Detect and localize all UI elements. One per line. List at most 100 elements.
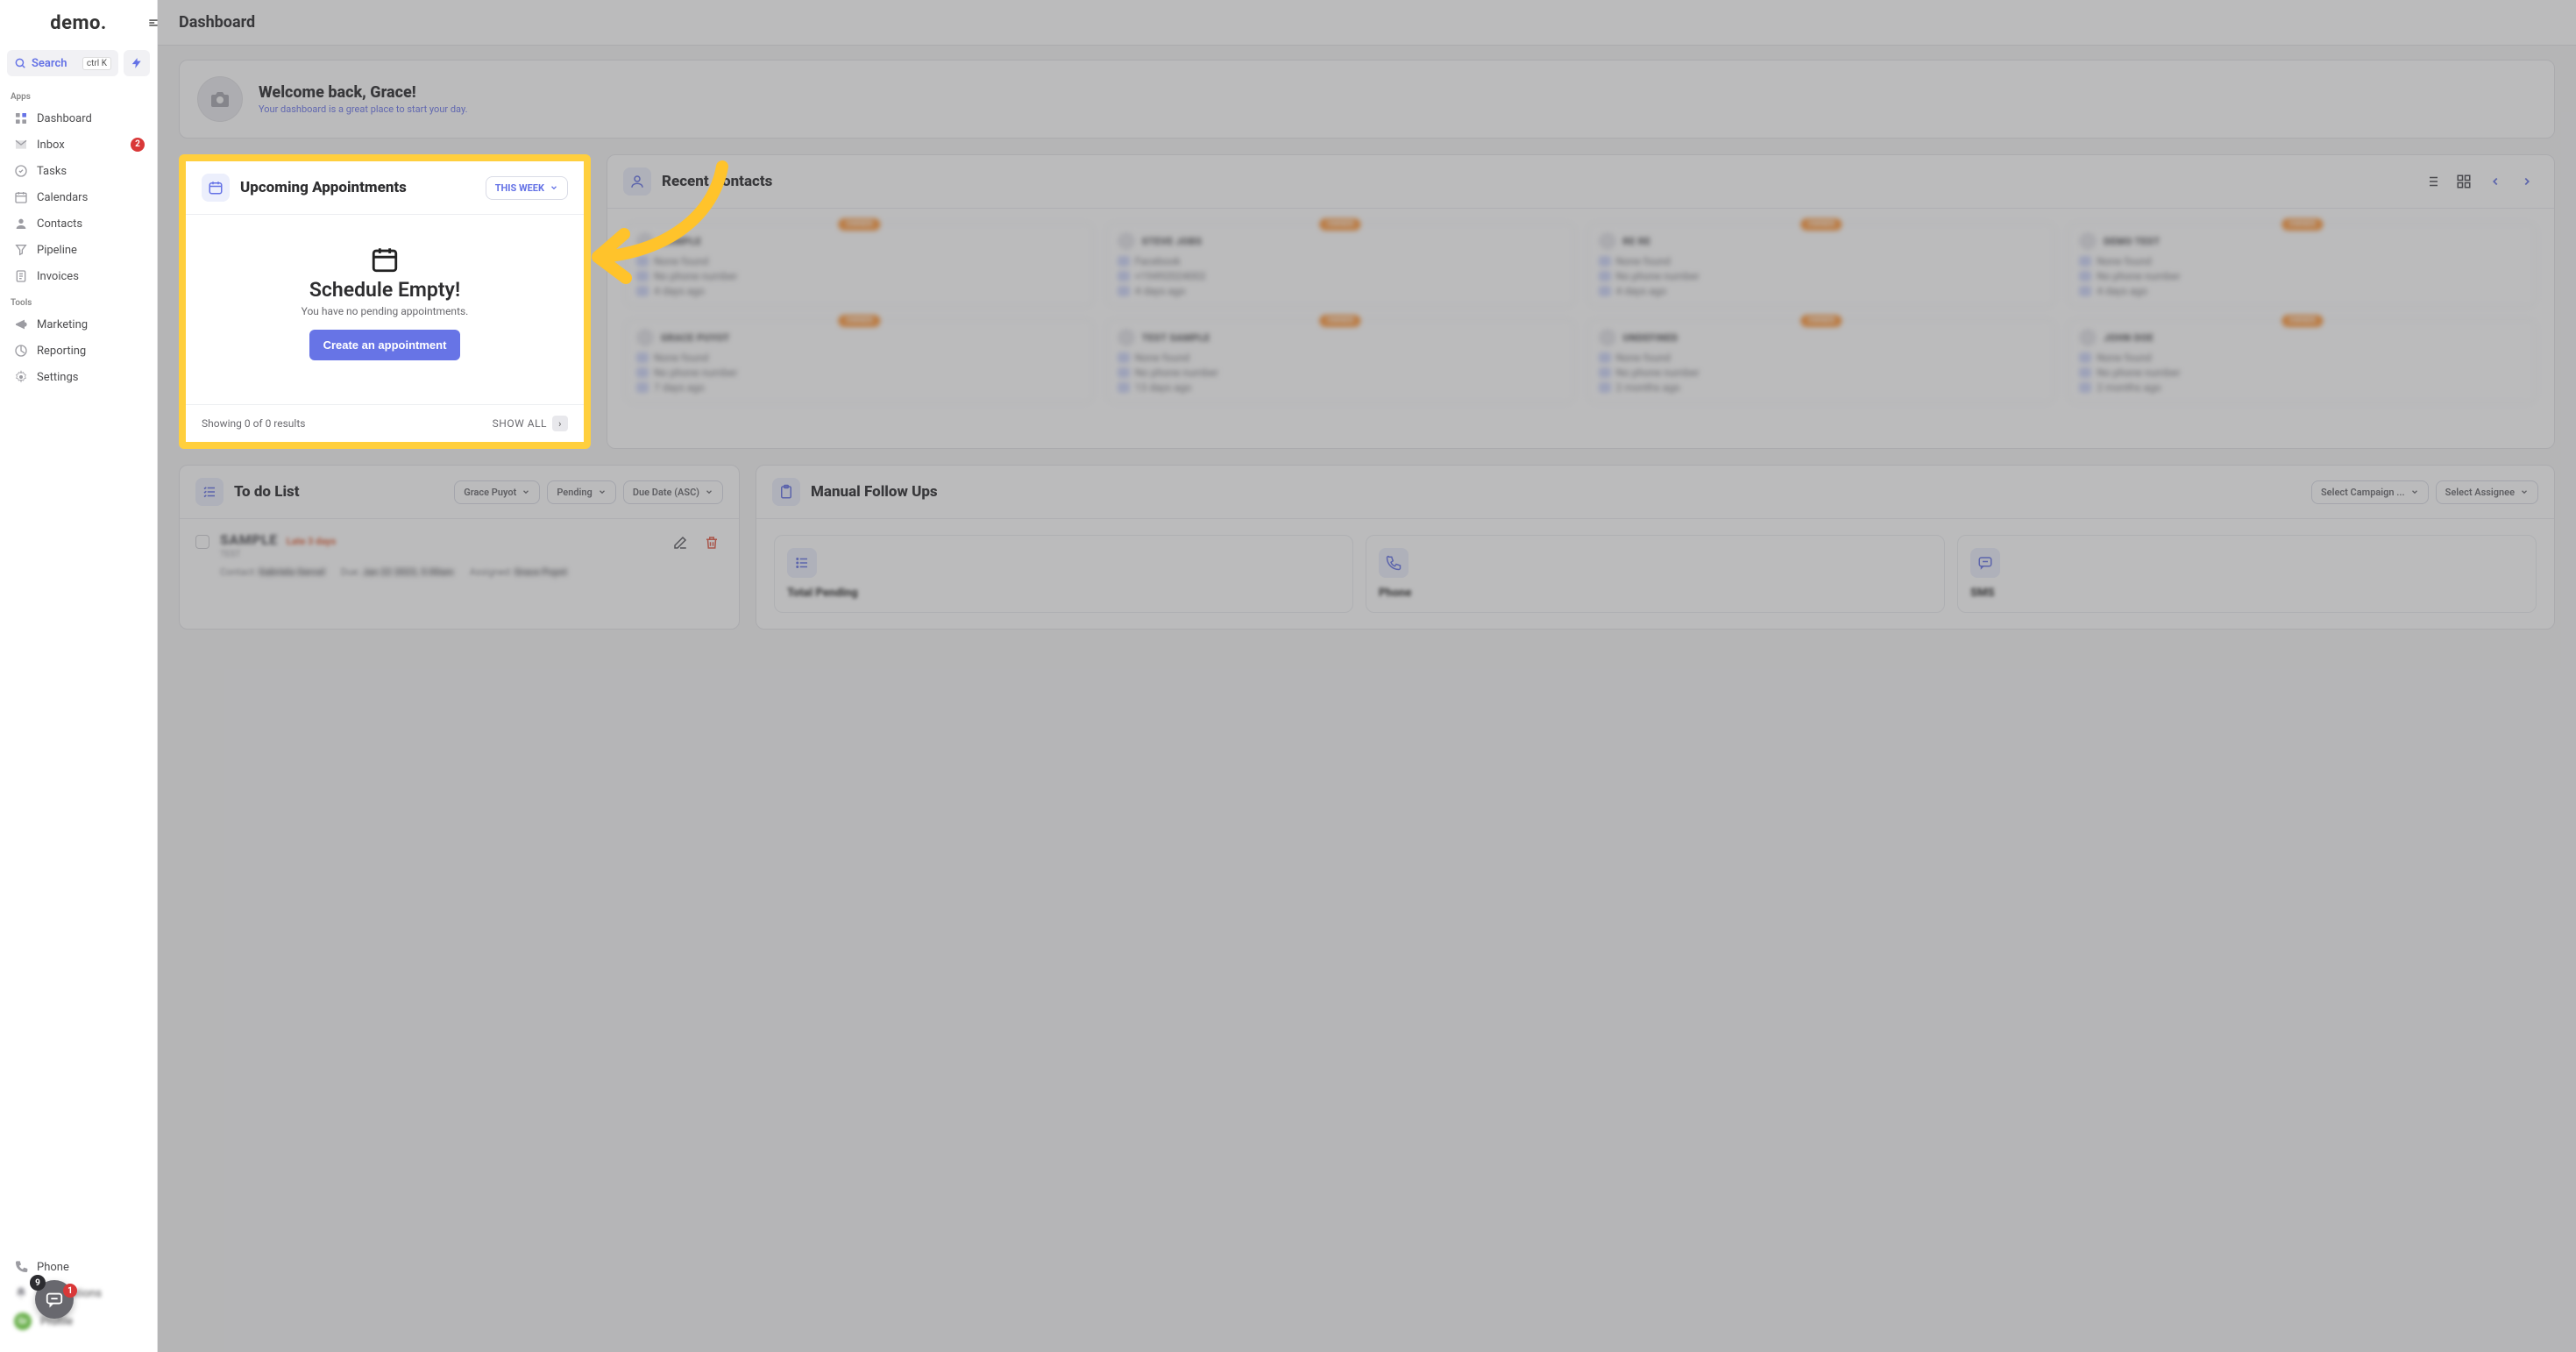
delete-icon[interactable] <box>700 531 723 554</box>
nav-invoices[interactable]: Invoices <box>7 263 150 289</box>
owner-tag: OWNER <box>2281 218 2323 231</box>
brand-logo: demo. <box>50 12 107 34</box>
nav-reporting[interactable]: Reporting <box>7 338 150 364</box>
search-box[interactable]: Search ctrl K <box>7 50 118 76</box>
owner-tag: OWNER <box>1800 218 1842 231</box>
upcoming-show-all[interactable]: SHOW ALL › <box>493 416 568 431</box>
recent-contacts-card: Recent Contacts OWNER SAMPLE None foundN… <box>607 154 2555 449</box>
owner-tag: OWNER <box>1319 218 1360 231</box>
welcome-card: Welcome back, Grace! Your dashboard is a… <box>179 60 2555 139</box>
search-icon <box>14 57 26 69</box>
contact-card[interactable]: OWNER STEVE JOBS Facebook+194920240024 d… <box>1106 223 1575 307</box>
avatar-icon <box>1599 329 1616 346</box>
avatar-icon <box>2079 329 2097 346</box>
followup-stat[interactable]: Total Pending <box>774 535 1353 613</box>
quick-action-button[interactable] <box>124 50 150 76</box>
todo-sort-dropdown[interactable]: Due Date (ASC) <box>623 480 723 504</box>
todo-status-dropdown[interactable]: Pending <box>547 480 616 504</box>
nav-settings[interactable]: Settings <box>7 364 150 390</box>
nav-marketing[interactable]: Marketing <box>7 311 150 338</box>
followup-stat[interactable]: Phone <box>1366 535 1945 613</box>
calendar-badge-icon <box>202 174 230 202</box>
todo-badge-icon <box>195 478 224 506</box>
reporting-icon <box>14 344 28 358</box>
nav-inbox[interactable]: Inbox 2 <box>7 132 150 158</box>
chat-widget-button[interactable]: 9 1 <box>35 1280 74 1319</box>
contact-card[interactable]: OWNER DEMO TEST None foundNo phone numbe… <box>2068 223 2537 307</box>
contact-card[interactable]: OWNER GRACE PUYOT None foundNo phone num… <box>625 319 1094 403</box>
clipboard-icon <box>772 478 800 506</box>
invoices-icon <box>14 269 28 283</box>
contact-name: GRACE PUYOT <box>661 332 730 344</box>
camera-icon[interactable] <box>197 76 243 122</box>
upcoming-title: Upcoming Appointments <box>240 179 475 196</box>
followups-card: Manual Follow Ups Select Campaign ... Se… <box>756 465 2555 630</box>
nav-tools: Marketing Reporting Settings <box>7 311 150 390</box>
view-list-icon[interactable] <box>2421 170 2444 193</box>
contact-name: DEMO TEST <box>2104 236 2160 247</box>
followups-title: Manual Follow Ups <box>811 483 2301 501</box>
avatar-icon <box>1118 329 1135 346</box>
nav-dashboard[interactable]: Dashboard <box>7 105 150 132</box>
collapse-sidebar-icon[interactable] <box>145 14 162 32</box>
section-apps-label: Apps <box>11 92 150 102</box>
dashboard-icon <box>14 111 28 125</box>
contact-card[interactable]: OWNER UNDEFINED None foundNo phone numbe… <box>1587 319 2056 403</box>
followups-assignee-dropdown[interactable]: Select Assignee <box>2436 480 2538 504</box>
nav-apps: Dashboard Inbox 2 Tasks Calendars Contac… <box>7 105 150 289</box>
contact-card[interactable]: OWNER JOHN DOE None foundNo phone number… <box>2068 319 2537 403</box>
contact-name: STEVE JOBS <box>1142 236 1203 247</box>
inbox-badge: 2 <box>131 138 145 152</box>
owner-tag: OWNER <box>2281 315 2323 327</box>
nav-tasks[interactable]: Tasks <box>7 158 150 184</box>
nav-contacts[interactable]: Contacts <box>7 210 150 237</box>
chevron-right-icon: › <box>552 416 568 431</box>
nav-profile[interactable]: Gr Profile <box>7 1306 150 1336</box>
owner-tag: OWNER <box>1800 315 1842 327</box>
contact-card[interactable]: OWNER TEST SAMPLE None foundNo phone num… <box>1106 319 1575 403</box>
avatar-icon <box>1118 232 1135 250</box>
pipeline-icon <box>14 243 28 257</box>
contact-name: JOHN DOE <box>2104 332 2154 344</box>
tasks-icon <box>14 164 28 178</box>
todo-item-sub: TEST <box>220 550 658 559</box>
view-grid-icon[interactable] <box>2452 170 2475 193</box>
create-appointment-button[interactable]: Create an appointment <box>309 330 461 360</box>
calendar-icon <box>14 190 28 204</box>
todo-assignee-dropdown[interactable]: Grace Puyot <box>454 480 540 504</box>
contact-card[interactable]: OWNER SAMPLE None foundNo phone number4 … <box>625 223 1094 307</box>
chevron-right-nav-icon[interactable] <box>2516 170 2538 193</box>
chat-widget-count-dark: 9 <box>30 1275 46 1291</box>
phone-icon <box>1379 548 1409 578</box>
nav-notifications[interactable]: Notifications <box>7 1280 150 1306</box>
nav-pipeline[interactable]: Pipeline <box>7 237 150 263</box>
todo-title: To do List <box>234 483 444 501</box>
followups-campaign-dropdown[interactable]: Select Campaign ... <box>2311 480 2429 504</box>
upcoming-appointments-card: Upcoming Appointments THIS WEEK Schedule… <box>179 154 591 449</box>
contact-name: UNDEFINED <box>1623 332 1678 344</box>
sidebar: demo. Search ctrl K Apps Dashboard <box>0 0 158 1352</box>
followup-stat[interactable]: SMS <box>1957 535 2537 613</box>
inbox-icon <box>14 138 28 152</box>
todo-checkbox[interactable] <box>195 535 209 549</box>
nav-bottom: Phone Notifications Gr Profile <box>7 1254 150 1336</box>
edit-icon[interactable] <box>669 531 692 554</box>
main: Dashboard Welcome back, Grace! Your dash… <box>158 0 2576 1352</box>
sms-icon <box>1970 548 2000 578</box>
upcoming-empty-sub: You have no pending appointments. <box>302 305 469 317</box>
nav-phone[interactable]: Phone <box>7 1254 150 1280</box>
avatar-icon <box>636 232 654 250</box>
contact-card[interactable]: OWNER RE RE None foundNo phone number4 d… <box>1587 223 2056 307</box>
bell-icon <box>14 1286 28 1300</box>
search-shortcut: ctrl K <box>82 57 111 70</box>
chevron-left-icon[interactable] <box>2484 170 2507 193</box>
contacts-icon <box>14 217 28 231</box>
nav-calendars[interactable]: Calendars <box>7 184 150 210</box>
owner-tag: OWNER <box>1319 315 1360 327</box>
section-tools-label: Tools <box>11 298 150 308</box>
recent-contacts-title: Recent Contacts <box>662 173 2410 190</box>
topbar: Dashboard <box>158 0 2576 46</box>
welcome-heading: Welcome back, Grace! <box>259 83 468 102</box>
welcome-sub: Your dashboard is a great place to start… <box>259 103 468 115</box>
upcoming-filter-dropdown[interactable]: THIS WEEK <box>486 176 568 200</box>
